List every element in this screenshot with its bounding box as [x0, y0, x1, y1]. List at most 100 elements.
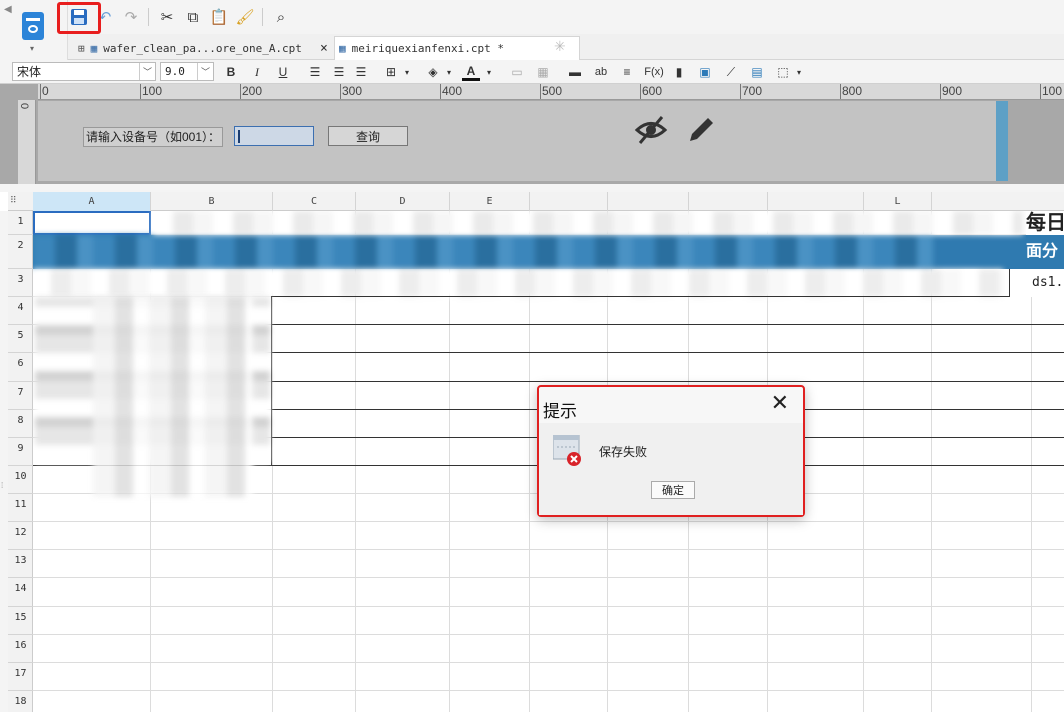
copy-icon[interactable]: ⧉ — [182, 6, 204, 28]
loading-spinner-icon: ✳ — [554, 38, 566, 54]
ruler-tick: 0 — [40, 84, 49, 99]
column-header-cell[interactable]: A — [33, 192, 151, 211]
align-right-icon[interactable]: ☰ — [352, 63, 370, 81]
cut-icon[interactable]: ✂ — [156, 6, 178, 28]
format-toolbar: 宋体 ﹀ 9.0 ﹀ B I U ☰ ☰ ☰ ⊞ ▾ ◈ ▾ A ▾ ▭ ▦ ▬ a… — [0, 60, 1064, 84]
image-icon[interactable]: ▣ — [696, 63, 714, 81]
merge-cells-icon[interactable]: ▭ — [508, 63, 526, 81]
row-header-cell[interactable]: 5 — [8, 325, 33, 353]
new-report-icon[interactable] — [22, 12, 44, 40]
row-header: 1 2 3 4 5 6 7 8 9 10 11 12 13 14 15 16 17 18 — [8, 211, 33, 712]
row-header-cell[interactable]: 16 — [8, 635, 33, 663]
row-header-cell[interactable]: 1 — [8, 211, 33, 235]
align-center-icon[interactable]: ☰ — [330, 63, 348, 81]
column-header-cell[interactable]: B — [151, 192, 273, 211]
row-header-cell[interactable]: 2 — [8, 235, 33, 269]
font-family-select[interactable]: 宋体 ﹀ — [12, 62, 156, 81]
format-painter-icon[interactable]: 🖌 — [234, 6, 256, 28]
tab-label: wafer_clean_pa...ore_one_A.cpt — [103, 41, 302, 55]
query-button[interactable]: 查询 — [328, 126, 408, 146]
dialog-title: 提示 — [543, 402, 577, 421]
grid-row-line — [33, 690, 1064, 691]
redo-icon[interactable]: ↷ — [120, 6, 142, 28]
sub-report-icon[interactable]: ▤ — [748, 63, 766, 81]
row-header-cell[interactable]: 14 — [8, 578, 33, 607]
ruler-tick: 800 — [840, 84, 863, 99]
row-header-cell[interactable]: 10 — [8, 466, 33, 494]
error-icon — [552, 434, 581, 466]
report-file-icon: ▦ — [90, 41, 98, 55]
edit-pencil-icon[interactable] — [684, 113, 718, 150]
chevron-down-icon[interactable]: ▾ — [480, 63, 498, 81]
row-header-cell[interactable]: 13 — [8, 550, 33, 578]
close-icon[interactable]: ✕ — [771, 392, 789, 414]
insert-row-icon[interactable]: ▬ — [566, 63, 584, 81]
param-pane-scrollbar[interactable] — [996, 101, 1008, 181]
column-header-cell[interactable] — [689, 192, 768, 211]
row-header-cell[interactable]: 7 — [8, 382, 33, 410]
grid-icon: ⊞ — [78, 41, 85, 55]
chevron-down-icon: ﹀ — [197, 63, 213, 80]
chevron-down-icon: ﹀ — [139, 63, 155, 80]
row-header-cell[interactable]: 9 — [8, 438, 33, 466]
row-header-cell[interactable]: 12 — [8, 522, 33, 550]
horizontal-ruler: 0 100 200 300 400 500 600 700 800 900 100 — [38, 84, 1064, 100]
cell-l2[interactable]: 面分 — [1026, 235, 1064, 269]
column-header-cell[interactable]: E — [450, 192, 530, 211]
column-header-cell[interactable]: L — [864, 192, 932, 211]
preview-icon[interactable]: ⌕ — [270, 6, 292, 28]
collapse-left-icon[interactable]: ◀ — [4, 4, 12, 15]
row-header-cell[interactable]: 18 — [8, 691, 33, 712]
file-tabs: ⊞ ▦ wafer_clean_pa...ore_one_A.cpt × ▦ m… — [68, 34, 1064, 60]
select-all-icon[interactable]: ⠿ — [10, 195, 17, 206]
grid-row-line — [33, 634, 1064, 635]
column-header-cell[interactable]: D — [356, 192, 450, 211]
column-header-cell[interactable]: C — [273, 192, 356, 211]
row-header-cell[interactable]: 15 — [8, 607, 33, 635]
bold-button[interactable]: B — [222, 63, 240, 81]
row-header-cell[interactable]: 11 — [8, 494, 33, 522]
chevron-down-icon[interactable]: ▾ — [790, 63, 808, 81]
split-cells-icon[interactable]: ▦ — [534, 63, 552, 81]
tab-close-icon[interactable]: × — [320, 41, 328, 56]
column-header-cell[interactable] — [608, 192, 689, 211]
ruler-tick: 500 — [540, 84, 563, 99]
paste-icon[interactable]: 📋 — [208, 6, 230, 28]
device-number-input[interactable] — [234, 126, 314, 146]
left-gutter: ⁞ — [0, 211, 8, 712]
chevron-down-icon[interactable]: ▾ — [398, 63, 416, 81]
report-file-icon: ▦ — [339, 42, 346, 55]
ruler-tick: 300 — [340, 84, 363, 99]
column-header-cell[interactable] — [768, 192, 864, 211]
row-header-cell[interactable]: 4 — [8, 297, 33, 325]
column-header-cell[interactable] — [530, 192, 608, 211]
chart-icon[interactable]: ▮ — [670, 63, 688, 81]
eye-off-icon[interactable] — [634, 113, 668, 153]
underline-button[interactable]: U — [274, 63, 292, 81]
top-toolbar: ↶ ↷ ✂ ⧉ 📋 🖌 ⌕ — [68, 0, 1064, 34]
splitter[interactable] — [0, 184, 1064, 192]
row-header-cell[interactable]: 8 — [8, 410, 33, 438]
row-header-cell[interactable]: 3 — [8, 269, 33, 297]
tab-wafer-clean[interactable]: ⊞ ▦ wafer_clean_pa...ore_one_A.cpt × — [74, 36, 334, 60]
row-header-cell[interactable]: 6 — [8, 353, 33, 382]
slash-icon[interactable]: ⟋ — [722, 63, 740, 81]
cell-l3[interactable]: ds1. — [1009, 269, 1064, 297]
italic-button[interactable]: I — [248, 63, 266, 81]
selected-cell-a1[interactable] — [33, 211, 151, 235]
ok-button[interactable]: 确定 — [651, 481, 695, 499]
text-color-button[interactable]: A — [462, 63, 480, 81]
chevron-down-icon[interactable]: ▾ — [30, 44, 34, 53]
cell-l1[interactable]: 每日 — [1026, 211, 1064, 235]
dialog-body: 保存失败 确定 — [539, 423, 803, 515]
row-header-cell[interactable]: 17 — [8, 663, 33, 691]
formula-button[interactable]: F(x) — [642, 63, 666, 81]
grid-row-line — [33, 606, 1064, 607]
text-icon[interactable]: ab — [592, 63, 610, 81]
align-left-icon[interactable]: ☰ — [306, 63, 324, 81]
save-highlight-box — [57, 2, 101, 34]
chevron-down-icon[interactable]: ▾ — [440, 63, 458, 81]
font-size-select[interactable]: 9.0 ﹀ — [160, 62, 214, 81]
tab-meiriquexianfenxi[interactable]: ▦ meiriquexianfenxi.cpt * — [334, 36, 580, 60]
paragraph-icon[interactable]: ≡ — [618, 63, 636, 81]
